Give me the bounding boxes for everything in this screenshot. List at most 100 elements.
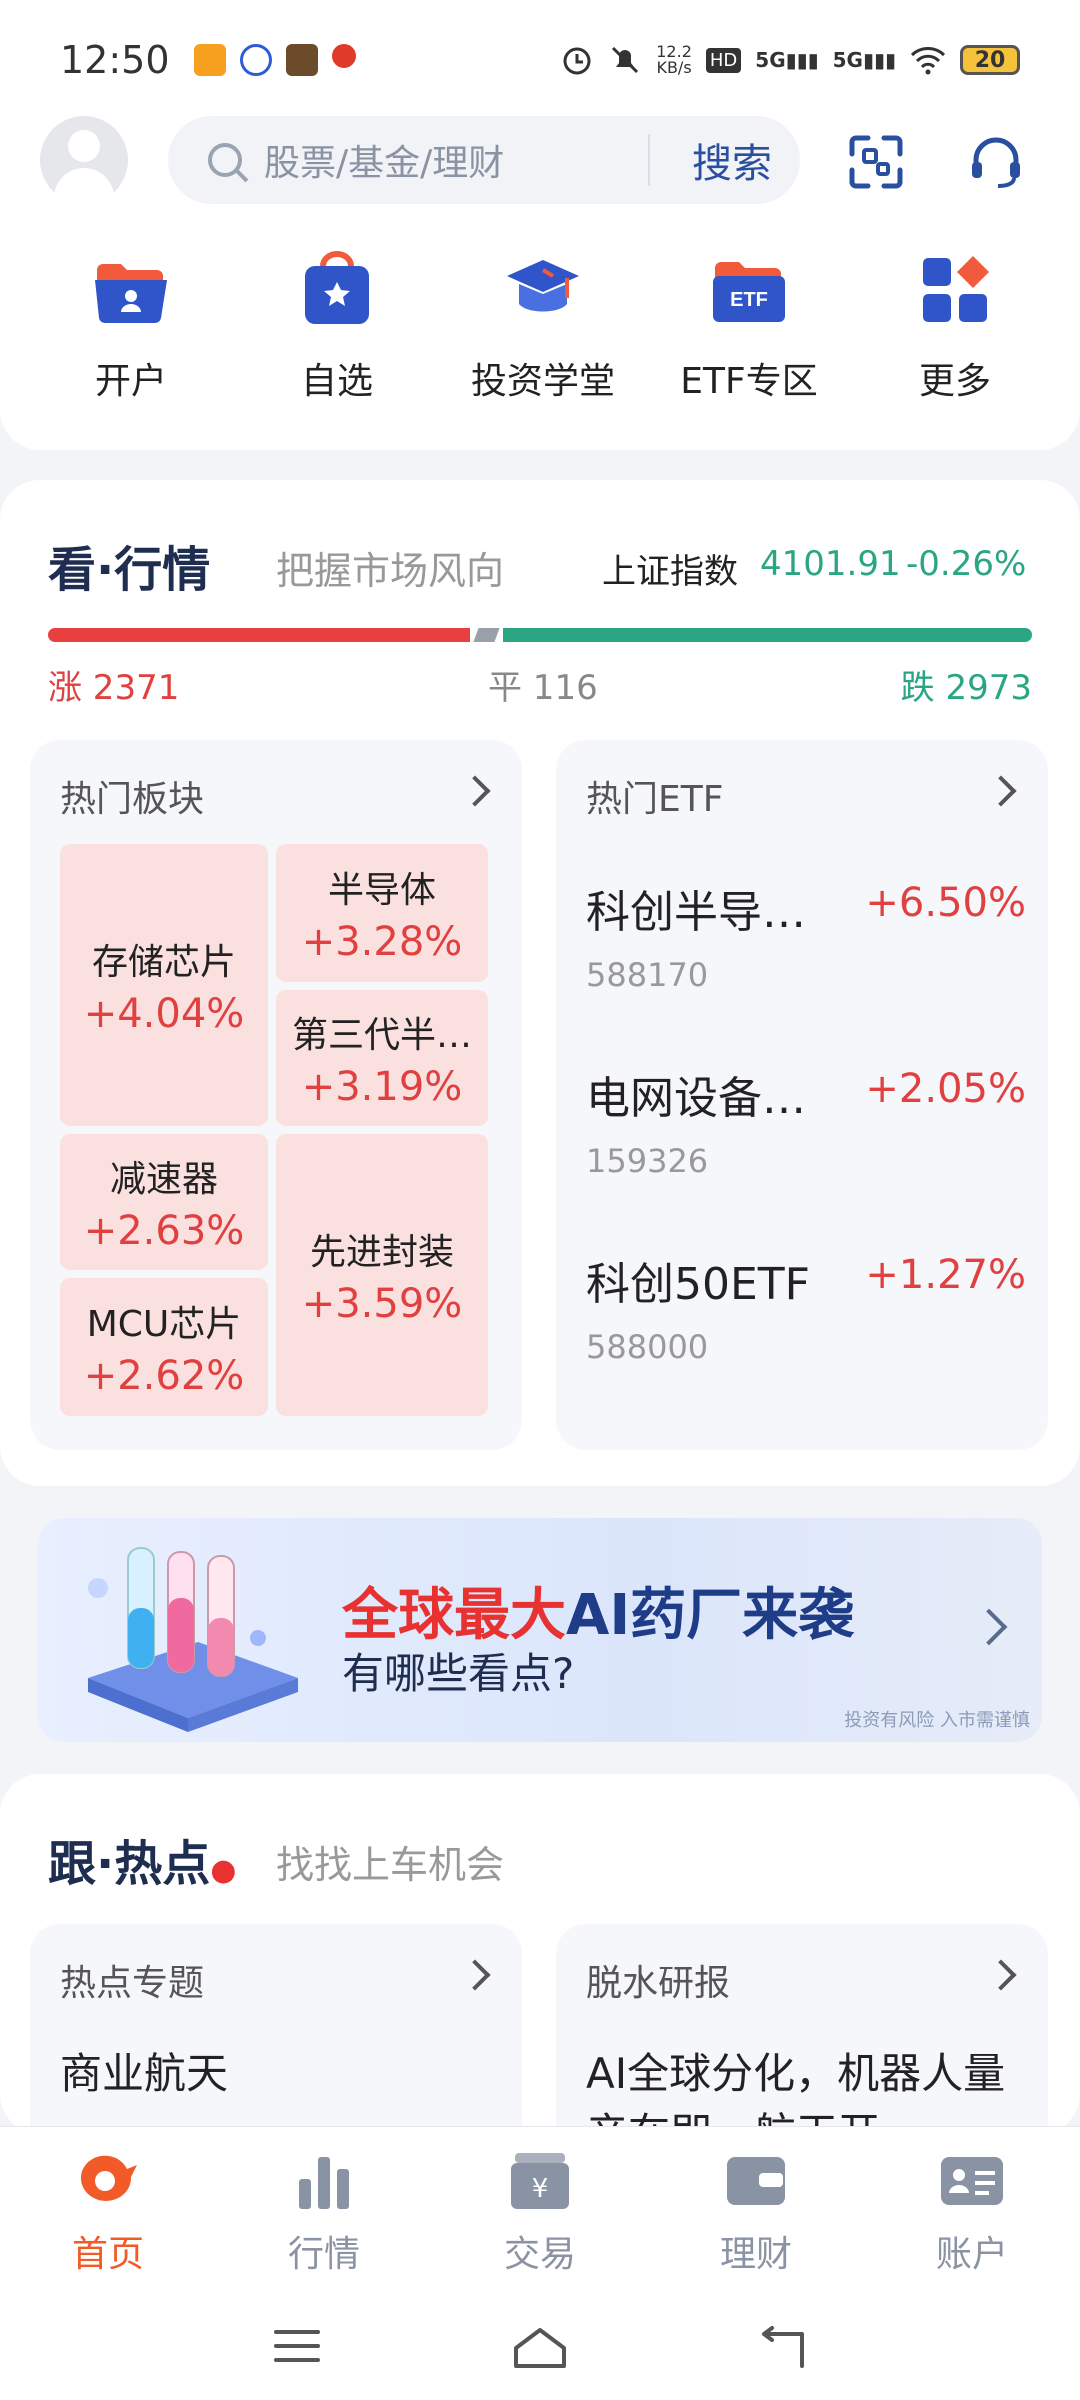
sector-tile[interactable]: 第三代半… +3.19% [276,990,488,1126]
status-time: 12:50 [60,38,170,82]
banner-title: 全球最大AI药厂来袭 [342,1570,854,1651]
tab-wealth[interactable]: 理财 [648,2127,864,2286]
etf-change: +2.05% [865,1066,1026,1112]
banner-title-blue: AI药厂来袭 [566,1583,855,1648]
tab-home[interactable]: 首页 [0,2127,216,2286]
sector-name: 减速器 [109,1159,218,1200]
svg-text:ETF: ETF [730,289,768,311]
etf-row[interactable]: 电网设备… +2.05% 159326 [586,1062,1026,1180]
breadth-up-segment [48,628,471,642]
quick-action-label: 更多 [918,361,991,402]
game-app-icon [285,44,318,76]
search-input[interactable]: 股票/基金/理财 [264,134,504,186]
back-icon[interactable] [756,2326,806,2370]
alarm-icon [563,47,591,75]
red-app-icon [331,44,356,68]
title-part-a: 跟 [48,1836,97,1892]
search-divider [648,134,650,186]
star-bag-icon [305,251,369,324]
hot-etf-panel[interactable]: 热门ETF 科创半导… +6.50% 588170 电网设备… +2.05% 1… [556,740,1048,1450]
sector-tile[interactable]: 先进封装 +3.59% [276,1134,488,1416]
flame-icon: ● [210,1853,237,1888]
scan-icon[interactable] [846,132,906,192]
hot-sectors-title: 热门板块 [60,779,205,820]
quick-action-watchlist[interactable]: 自选 [234,250,440,404]
home-icon[interactable] [510,2326,570,2370]
chevron-right-icon[interactable] [985,1959,1017,1991]
quick-actions: 开户 自选 投资学堂 ETF ETF专区 更多 [0,250,1080,404]
status-right: 12.2 KB/s HD 5G▮▮▮ 5G▮▮▮ 20 [560,43,1020,77]
index-change: -0.26% [906,544,1027,584]
video-app-icon [193,44,226,76]
sector-tile[interactable]: 半导体 +3.28% [276,844,488,982]
sector-change: +3.59% [301,1281,463,1327]
chevron-right-icon[interactable] [459,1959,491,1991]
search-button[interactable]: 搜索 [692,131,772,189]
hot-sectors-panel[interactable]: 热门板块 存储芯片 +4.04% 半导体 +3.28% 第三代半… +3.19%… [30,740,522,1450]
home-tab-icon [80,2155,137,2201]
title-part-a: 看 [48,542,97,598]
svg-text:¥: ¥ [532,2174,549,2204]
sector-change: +2.62% [83,1353,245,1399]
tab-label: 理财 [719,2234,792,2275]
title-part-b: 热点 [114,1836,211,1892]
hot-topic-item[interactable]: 商业航天 [60,2044,490,2104]
signal-5g-icon: 5G▮▮▮ [755,48,819,72]
etf-name: 科创半导… [586,887,806,938]
banner-title-red: 全球最大 [342,1583,566,1648]
banner-subtitle: 有哪些看点? [342,1649,575,1698]
search-bar[interactable]: 股票/基金/理财 搜索 [168,116,800,204]
menu-icon[interactable] [272,2326,322,2366]
graduation-cap-icon [507,260,579,312]
quick-action-label: 自选 [300,361,373,402]
research-reports-title: 脱水研报 [586,1963,731,2004]
tab-label: 交易 [503,2234,576,2275]
hot-etf-title: 热门ETF [586,779,724,820]
hot-section-title: 跟·热点● [48,1836,237,1892]
tab-account[interactable]: 账户 [864,2127,1080,2286]
quick-action-label: 投资学堂 [470,361,615,402]
etf-change: +1.27% [865,1252,1026,1298]
sector-tile[interactable]: 存储芯片 +4.04% [60,844,268,1126]
quick-action-open-account[interactable]: 开户 [28,250,234,404]
wifi-icon [910,47,946,75]
sector-name: 先进封装 [309,1232,454,1273]
quick-action-etf-zone[interactable]: ETF ETF专区 [646,250,852,404]
etf-name: 科创50ETF [586,1259,810,1310]
home-header: 股票/基金/理财 搜索 开户 自选 投资学堂 ETF ETF专区 更多 [0,110,1080,450]
promo-banner[interactable]: 全球最大AI药厂来袭 有哪些看点? 投资有风险 入市需谨慎 [38,1518,1042,1742]
bar-chart-icon [299,2157,349,2209]
etf-code: 159326 [586,1142,709,1180]
quick-action-school[interactable]: 投资学堂 [440,250,646,404]
sector-change: +4.04% [83,991,245,1037]
sector-tile[interactable]: 减速器 +2.63% [60,1134,268,1270]
quick-action-more[interactable]: 更多 [852,250,1058,404]
wallet-icon [727,2157,785,2205]
index-name[interactable]: 上证指数 [602,544,738,593]
chevron-right-icon[interactable] [459,775,491,807]
sector-change: +2.63% [83,1208,245,1254]
etf-row[interactable]: 科创50ETF +1.27% 588000 [586,1248,1026,1366]
apps-grid-icon [923,256,989,322]
risk-disclaimer: 投资有风险 入市需谨慎 [844,1710,1030,1731]
tab-trade[interactable]: ¥ 交易 [432,2127,648,2286]
etf-row[interactable]: 科创半导… +6.50% 588170 [586,876,1026,994]
chevron-right-icon[interactable] [985,775,1017,807]
tab-label: 首页 [71,2234,144,2275]
hot-topics-title: 热点专题 [60,1963,205,2004]
battery-indicator: 20 [960,45,1020,75]
tab-market[interactable]: 行情 [216,2127,432,2286]
tab-label: 账户 [935,2234,1008,2275]
sector-tile[interactable]: MCU芯片 +2.62% [60,1278,268,1416]
signal-5g-icon-2: 5G▮▮▮ [832,48,896,72]
tab-label: 行情 [287,2234,360,2275]
avatar[interactable] [40,116,128,204]
sector-name: MCU芯片 [86,1304,242,1345]
sector-name: 第三代半… [291,1015,472,1056]
market-section-title: 看·行情 [48,542,211,598]
breadth-flat-segment [473,628,500,642]
sector-change: +3.19% [301,1064,463,1110]
bottom-tab-bar: 首页 行情 ¥ 交易 理财 账户 [0,2126,1080,2286]
customer-service-icon[interactable] [966,132,1026,192]
sector-change: +3.28% [301,919,463,965]
